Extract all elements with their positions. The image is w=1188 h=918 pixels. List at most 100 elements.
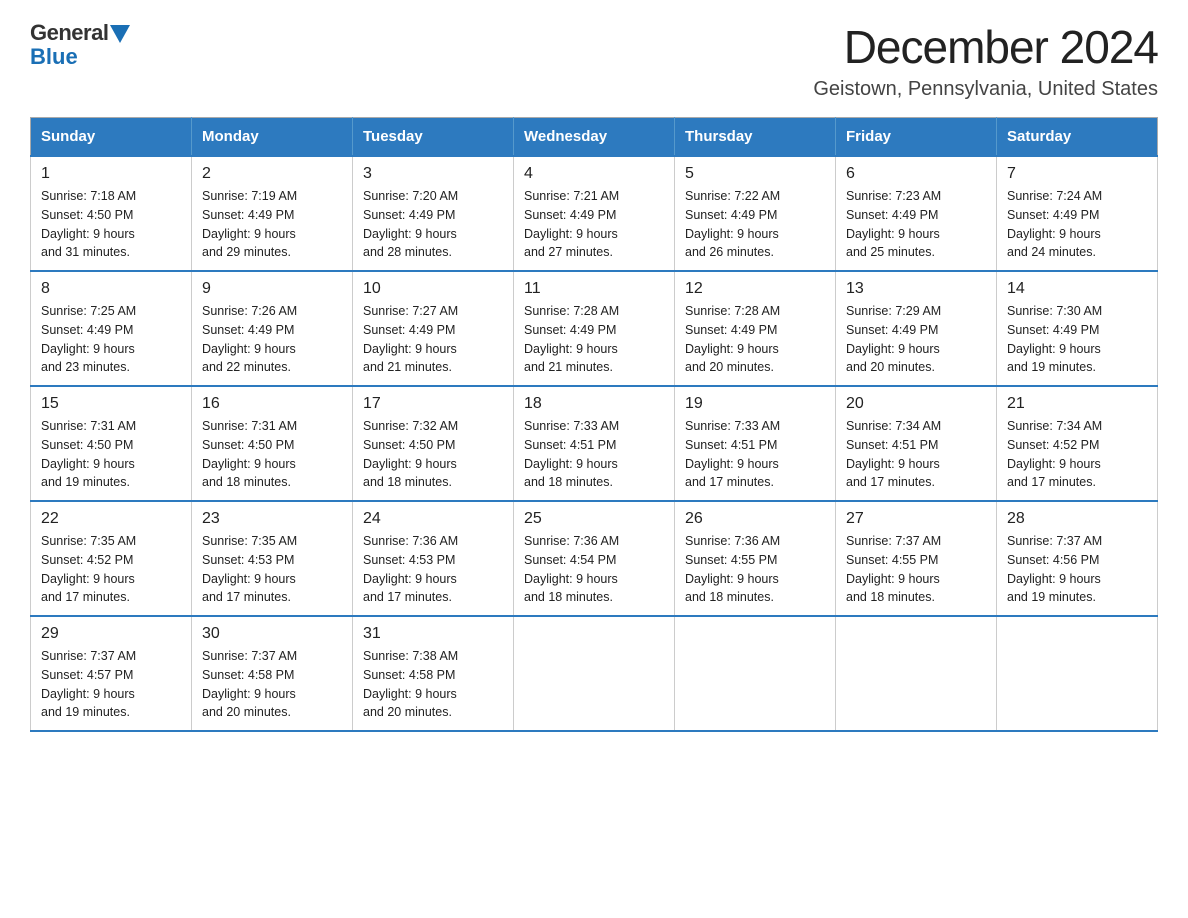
calendar-header-saturday: Saturday	[997, 118, 1158, 157]
day-info: Sunrise: 7:29 AMSunset: 4:49 PMDaylight:…	[846, 302, 986, 377]
day-info: Sunrise: 7:36 AMSunset: 4:55 PMDaylight:…	[685, 532, 825, 607]
day-number: 27	[846, 510, 986, 528]
calendar-day-cell: 9 Sunrise: 7:26 AMSunset: 4:49 PMDaylight…	[192, 271, 353, 386]
day-number: 10	[363, 280, 503, 298]
day-number: 31	[363, 625, 503, 643]
calendar-week-row: 1 Sunrise: 7:18 AMSunset: 4:50 PMDaylight…	[31, 156, 1158, 271]
calendar-day-cell: 23 Sunrise: 7:35 AMSunset: 4:53 PMDayligh…	[192, 501, 353, 616]
day-number: 30	[202, 625, 342, 643]
calendar-empty-cell	[514, 616, 675, 731]
day-number: 22	[41, 510, 181, 528]
calendar-day-cell: 17 Sunrise: 7:32 AMSunset: 4:50 PMDayligh…	[353, 386, 514, 501]
calendar-day-cell: 26 Sunrise: 7:36 AMSunset: 4:55 PMDayligh…	[675, 501, 836, 616]
day-info: Sunrise: 7:36 AMSunset: 4:54 PMDaylight:…	[524, 532, 664, 607]
calendar-header-tuesday: Tuesday	[353, 118, 514, 157]
day-info: Sunrise: 7:18 AMSunset: 4:50 PMDaylight:…	[41, 187, 181, 262]
calendar-week-row: 8 Sunrise: 7:25 AMSunset: 4:49 PMDaylight…	[31, 271, 1158, 386]
logo-general-text: General	[30, 20, 108, 46]
day-number: 23	[202, 510, 342, 528]
day-info: Sunrise: 7:21 AMSunset: 4:49 PMDaylight:…	[524, 187, 664, 262]
calendar-table: SundayMondayTuesdayWednesdayThursdayFrid…	[30, 117, 1158, 732]
calendar-day-cell: 28 Sunrise: 7:37 AMSunset: 4:56 PMDayligh…	[997, 501, 1158, 616]
calendar-day-cell: 19 Sunrise: 7:33 AMSunset: 4:51 PMDayligh…	[675, 386, 836, 501]
calendar-day-cell: 4 Sunrise: 7:21 AMSunset: 4:49 PMDaylight…	[514, 156, 675, 271]
day-number: 11	[524, 280, 664, 298]
day-number: 18	[524, 395, 664, 413]
calendar-day-cell: 3Sunrise: 7:20 AMSunset: 4:49 PMDaylight…	[353, 156, 514, 271]
day-number: 1	[41, 165, 181, 183]
day-number: 25	[524, 510, 664, 528]
calendar-day-cell: 12Sunrise: 7:28 AMSunset: 4:49 PMDayligh…	[675, 271, 836, 386]
day-number: 17	[363, 395, 503, 413]
calendar-day-cell: 16Sunrise: 7:31 AMSunset: 4:50 PMDayligh…	[192, 386, 353, 501]
day-info: Sunrise: 7:36 AMSunset: 4:53 PMDaylight:…	[363, 532, 503, 607]
day-info: Sunrise: 7:35 AMSunset: 4:52 PMDaylight:…	[41, 532, 181, 607]
day-info: Sunrise: 7:23 AMSunset: 4:49 PMDaylight:…	[846, 187, 986, 262]
calendar-day-cell: 25 Sunrise: 7:36 AMSunset: 4:54 PMDayligh…	[514, 501, 675, 616]
calendar-empty-cell	[675, 616, 836, 731]
day-number: 5	[685, 165, 825, 183]
day-info: Sunrise: 7:25 AMSunset: 4:49 PMDaylight:…	[41, 302, 181, 377]
day-info: Sunrise: 7:37 AMSunset: 4:58 PMDaylight:…	[202, 647, 342, 722]
calendar-empty-cell	[836, 616, 997, 731]
day-number: 9	[202, 280, 342, 298]
calendar-header-friday: Friday	[836, 118, 997, 157]
title-section: December 2024 Geistown, Pennsylvania, Un…	[813, 20, 1158, 101]
day-number: 26	[685, 510, 825, 528]
calendar-day-cell: 14 Sunrise: 7:30 AMSunset: 4:49 PMDayligh…	[997, 271, 1158, 386]
day-info: Sunrise: 7:34 AMSunset: 4:51 PMDaylight:…	[846, 417, 986, 492]
calendar-header-row: SundayMondayTuesdayWednesdayThursdayFrid…	[31, 118, 1158, 157]
day-info: Sunrise: 7:34 AMSunset: 4:52 PMDaylight:…	[1007, 417, 1147, 492]
calendar-week-row: 29Sunrise: 7:37 AMSunset: 4:57 PMDayligh…	[31, 616, 1158, 731]
location-subtitle: Geistown, Pennsylvania, United States	[813, 78, 1158, 101]
day-info: Sunrise: 7:32 AMSunset: 4:50 PMDaylight:…	[363, 417, 503, 492]
calendar-day-cell: 10 Sunrise: 7:27 AMSunset: 4:49 PMDayligh…	[353, 271, 514, 386]
calendar-header-thursday: Thursday	[675, 118, 836, 157]
calendar-day-cell: 24 Sunrise: 7:36 AMSunset: 4:53 PMDayligh…	[353, 501, 514, 616]
calendar-day-cell: 20 Sunrise: 7:34 AMSunset: 4:51 PMDayligh…	[836, 386, 997, 501]
calendar-day-cell: 27 Sunrise: 7:37 AMSunset: 4:55 PMDayligh…	[836, 501, 997, 616]
day-info: Sunrise: 7:27 AMSunset: 4:49 PMDaylight:…	[363, 302, 503, 377]
day-info: Sunrise: 7:19 AMSunset: 4:49 PMDaylight:…	[202, 187, 342, 262]
day-info: Sunrise: 7:33 AMSunset: 4:51 PMDaylight:…	[685, 417, 825, 492]
day-number: 7	[1007, 165, 1147, 183]
calendar-day-cell: 5 Sunrise: 7:22 AMSunset: 4:49 PMDaylight…	[675, 156, 836, 271]
calendar-day-cell: 11 Sunrise: 7:28 AMSunset: 4:49 PMDayligh…	[514, 271, 675, 386]
day-info: Sunrise: 7:20 AMSunset: 4:49 PMDaylight:…	[363, 187, 503, 262]
day-info: Sunrise: 7:35 AMSunset: 4:53 PMDaylight:…	[202, 532, 342, 607]
calendar-header-monday: Monday	[192, 118, 353, 157]
calendar-day-cell: 30 Sunrise: 7:37 AMSunset: 4:58 PMDayligh…	[192, 616, 353, 731]
logo-arrow-icon	[110, 25, 130, 43]
calendar-week-row: 15Sunrise: 7:31 AMSunset: 4:50 PMDayligh…	[31, 386, 1158, 501]
day-number: 4	[524, 165, 664, 183]
day-info: Sunrise: 7:38 AMSunset: 4:58 PMDaylight:…	[363, 647, 503, 722]
calendar-day-cell: 1 Sunrise: 7:18 AMSunset: 4:50 PMDaylight…	[31, 156, 192, 271]
day-number: 24	[363, 510, 503, 528]
day-number: 6	[846, 165, 986, 183]
calendar-day-cell: 22 Sunrise: 7:35 AMSunset: 4:52 PMDayligh…	[31, 501, 192, 616]
day-info: Sunrise: 7:37 AMSunset: 4:56 PMDaylight:…	[1007, 532, 1147, 607]
day-info: Sunrise: 7:30 AMSunset: 4:49 PMDaylight:…	[1007, 302, 1147, 377]
day-info: Sunrise: 7:24 AMSunset: 4:49 PMDaylight:…	[1007, 187, 1147, 262]
calendar-day-cell: 6 Sunrise: 7:23 AMSunset: 4:49 PMDaylight…	[836, 156, 997, 271]
day-number: 16	[202, 395, 342, 413]
day-info: Sunrise: 7:26 AMSunset: 4:49 PMDaylight:…	[202, 302, 342, 377]
page-title: December 2024	[813, 20, 1158, 74]
day-info: Sunrise: 7:31 AMSunset: 4:50 PMDaylight:…	[41, 417, 181, 492]
day-info: Sunrise: 7:28 AMSunset: 4:49 PMDaylight:…	[524, 302, 664, 377]
day-info: Sunrise: 7:33 AMSunset: 4:51 PMDaylight:…	[524, 417, 664, 492]
day-info: Sunrise: 7:37 AMSunset: 4:57 PMDaylight:…	[41, 647, 181, 722]
logo-blue-text: Blue	[30, 44, 78, 70]
day-info: Sunrise: 7:22 AMSunset: 4:49 PMDaylight:…	[685, 187, 825, 262]
day-info: Sunrise: 7:37 AMSunset: 4:55 PMDaylight:…	[846, 532, 986, 607]
day-number: 8	[41, 280, 181, 298]
calendar-day-cell: 13Sunrise: 7:29 AMSunset: 4:49 PMDayligh…	[836, 271, 997, 386]
calendar-day-cell: 7 Sunrise: 7:24 AMSunset: 4:49 PMDaylight…	[997, 156, 1158, 271]
calendar-day-cell: 31 Sunrise: 7:38 AMSunset: 4:58 PMDayligh…	[353, 616, 514, 731]
day-number: 28	[1007, 510, 1147, 528]
calendar-empty-cell	[997, 616, 1158, 731]
calendar-day-cell: 18 Sunrise: 7:33 AMSunset: 4:51 PMDayligh…	[514, 386, 675, 501]
day-number: 20	[846, 395, 986, 413]
day-number: 14	[1007, 280, 1147, 298]
day-number: 19	[685, 395, 825, 413]
